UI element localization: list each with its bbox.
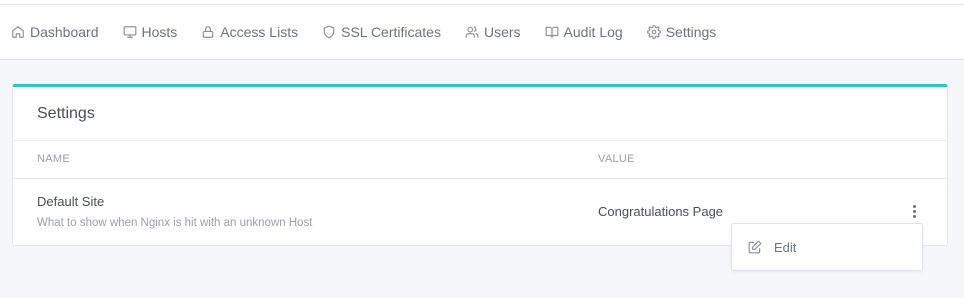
- nav-label: Hosts: [141, 24, 178, 40]
- column-header-name: NAME: [37, 153, 70, 165]
- settings-card: Settings NAME VALUE Default Site What to…: [12, 84, 948, 246]
- edit-label: Edit: [774, 239, 797, 255]
- setting-description: What to show when Nginx is hit with an u…: [37, 217, 313, 229]
- row-actions-menu-icon[interactable]: [906, 201, 922, 221]
- nav-item-dashboard[interactable]: Dashboard: [11, 24, 99, 40]
- gear-icon: [646, 25, 661, 39]
- main-nav: Dashboard Hosts Access Lists SSL Certifi…: [0, 5, 964, 60]
- nav-label: Users: [483, 24, 521, 40]
- nav-item-users[interactable]: Users: [465, 24, 521, 40]
- shield-icon: [323, 25, 335, 39]
- nav-item-hosts[interactable]: Hosts: [123, 24, 178, 40]
- row-actions-dropdown: Edit: [731, 223, 923, 271]
- nav-label: Settings: [665, 24, 717, 40]
- nav-label: Dashboard: [30, 24, 99, 40]
- monitor-icon: [123, 26, 136, 38]
- nav-item-access-lists[interactable]: Access Lists: [201, 24, 298, 40]
- nav-item-audit-log[interactable]: Audit Log: [545, 24, 623, 40]
- edit-menu-item[interactable]: Edit: [748, 240, 796, 255]
- setting-value: Congratulations Page: [598, 204, 724, 219]
- nav-item-settings[interactable]: Settings: [646, 24, 717, 40]
- nav-label: Audit Log: [563, 24, 623, 40]
- card-title: Settings: [13, 87, 947, 141]
- table-header: NAME VALUE: [13, 141, 947, 179]
- column-header-value: VALUE: [598, 153, 635, 165]
- home-icon: [12, 26, 24, 38]
- setting-name: Default Site: [37, 194, 105, 209]
- nav-label: Access Lists: [220, 24, 299, 40]
- users-icon: [465, 26, 479, 38]
- book-icon: [545, 26, 558, 38]
- nav-label: SSL Certificates: [341, 24, 441, 40]
- lock-icon: [203, 26, 214, 38]
- edit-icon: [748, 240, 762, 254]
- nav-item-ssl-certificates[interactable]: SSL Certificates: [322, 24, 441, 40]
